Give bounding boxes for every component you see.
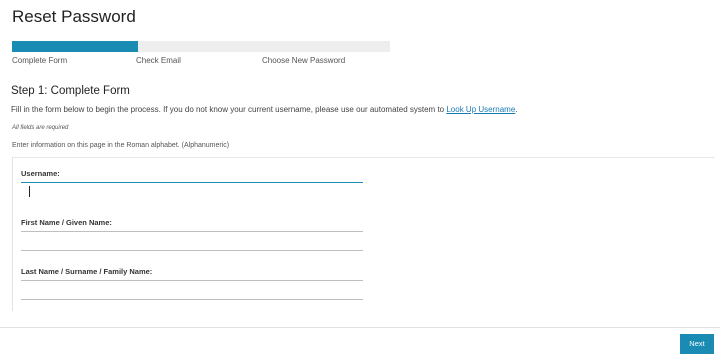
next-button[interactable]: Next [680,334,714,354]
step-label-check-email: Check Email [136,56,181,65]
intro-text-body: Fill in the form below to begin the proc… [11,105,447,114]
roman-alphabet-note: Enter information on this page in the Ro… [12,142,230,149]
step-label-complete-form: Complete Form [12,56,68,65]
text-cursor [29,186,30,197]
footer-divider [0,327,720,328]
progress-bar [12,41,390,52]
first-name-value-field[interactable] [21,234,363,251]
last-name-value-field[interactable] [21,283,363,300]
look-up-username-link[interactable]: Look Up Username [446,105,515,114]
intro-text-end: . [515,105,518,114]
page-title: Reset Password [12,7,136,26]
step-heading: Step 1: Complete Form [11,85,130,97]
username-input[interactable] [21,166,363,183]
required-fields-note: All fields are required [12,125,69,131]
progress-bar-fill [12,41,138,52]
last-name-input[interactable] [21,264,363,281]
first-name-input[interactable] [21,215,363,232]
step-label-choose-new-password: Choose New Password [262,56,346,65]
intro-text: Fill in the form below to begin the proc… [11,105,518,114]
